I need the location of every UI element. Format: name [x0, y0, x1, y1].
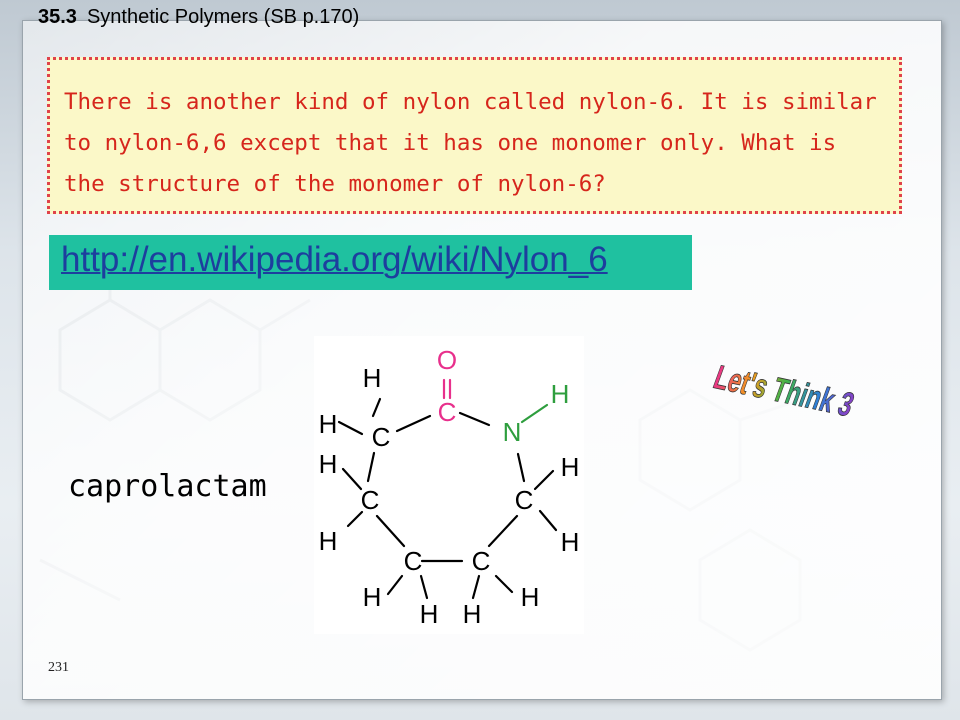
atom-hydrogen: H — [319, 526, 338, 556]
slide-header: 35.3 Synthetic Polymers (SB p.170) — [38, 6, 359, 29]
atom-nitrogen: N — [503, 417, 522, 447]
lets-think-label: Let's Think 3 — [712, 359, 859, 424]
atom-hydrogen: H — [363, 582, 382, 612]
atom-hydrogen: H — [561, 527, 580, 557]
atom-carbon: C — [404, 546, 423, 576]
atom-hydrogen: H — [561, 452, 580, 482]
atom-hydrogen: H — [363, 363, 382, 393]
atom-carbon: C — [515, 485, 534, 515]
atom-hydrogen: H — [319, 409, 338, 439]
caprolactam-structure: O C N H H H C H C H C C C H H H H H H — [314, 336, 584, 634]
question-text: There is another kind of nylon called ny… — [64, 89, 877, 197]
atom-oxygen: O — [437, 345, 457, 375]
atom-hydrogen: H — [463, 599, 482, 629]
atom-hydrogen: H — [420, 599, 439, 629]
atom-hydrogen: H — [521, 582, 540, 612]
atom-carbon: C — [361, 485, 380, 515]
atom-carbon: C — [372, 422, 391, 452]
page-number: 231 — [48, 660, 69, 675]
lets-think-wordart: Let's Think 3 — [712, 359, 859, 425]
wikipedia-link[interactable]: http://en.wikipedia.org/wiki/Nylon_6 — [61, 240, 608, 279]
atom-carbon: C — [472, 546, 491, 576]
question-box: There is another kind of nylon called ny… — [47, 57, 902, 214]
atom-hydrogen: H — [319, 449, 338, 479]
section-number: 35.3 — [38, 6, 77, 28]
molecule-caption: caprolactam — [68, 469, 267, 504]
atom-carbonyl-carbon: C — [438, 397, 457, 427]
caprolactam-diagram: O C N H H H C H C H C C C H H H H H H — [319, 345, 580, 629]
atom-nh-hydrogen: H — [551, 379, 570, 409]
link-banner: http://en.wikipedia.org/wiki/Nylon_6 — [49, 235, 692, 290]
section-title: Synthetic Polymers (SB p.170) — [86, 6, 360, 28]
